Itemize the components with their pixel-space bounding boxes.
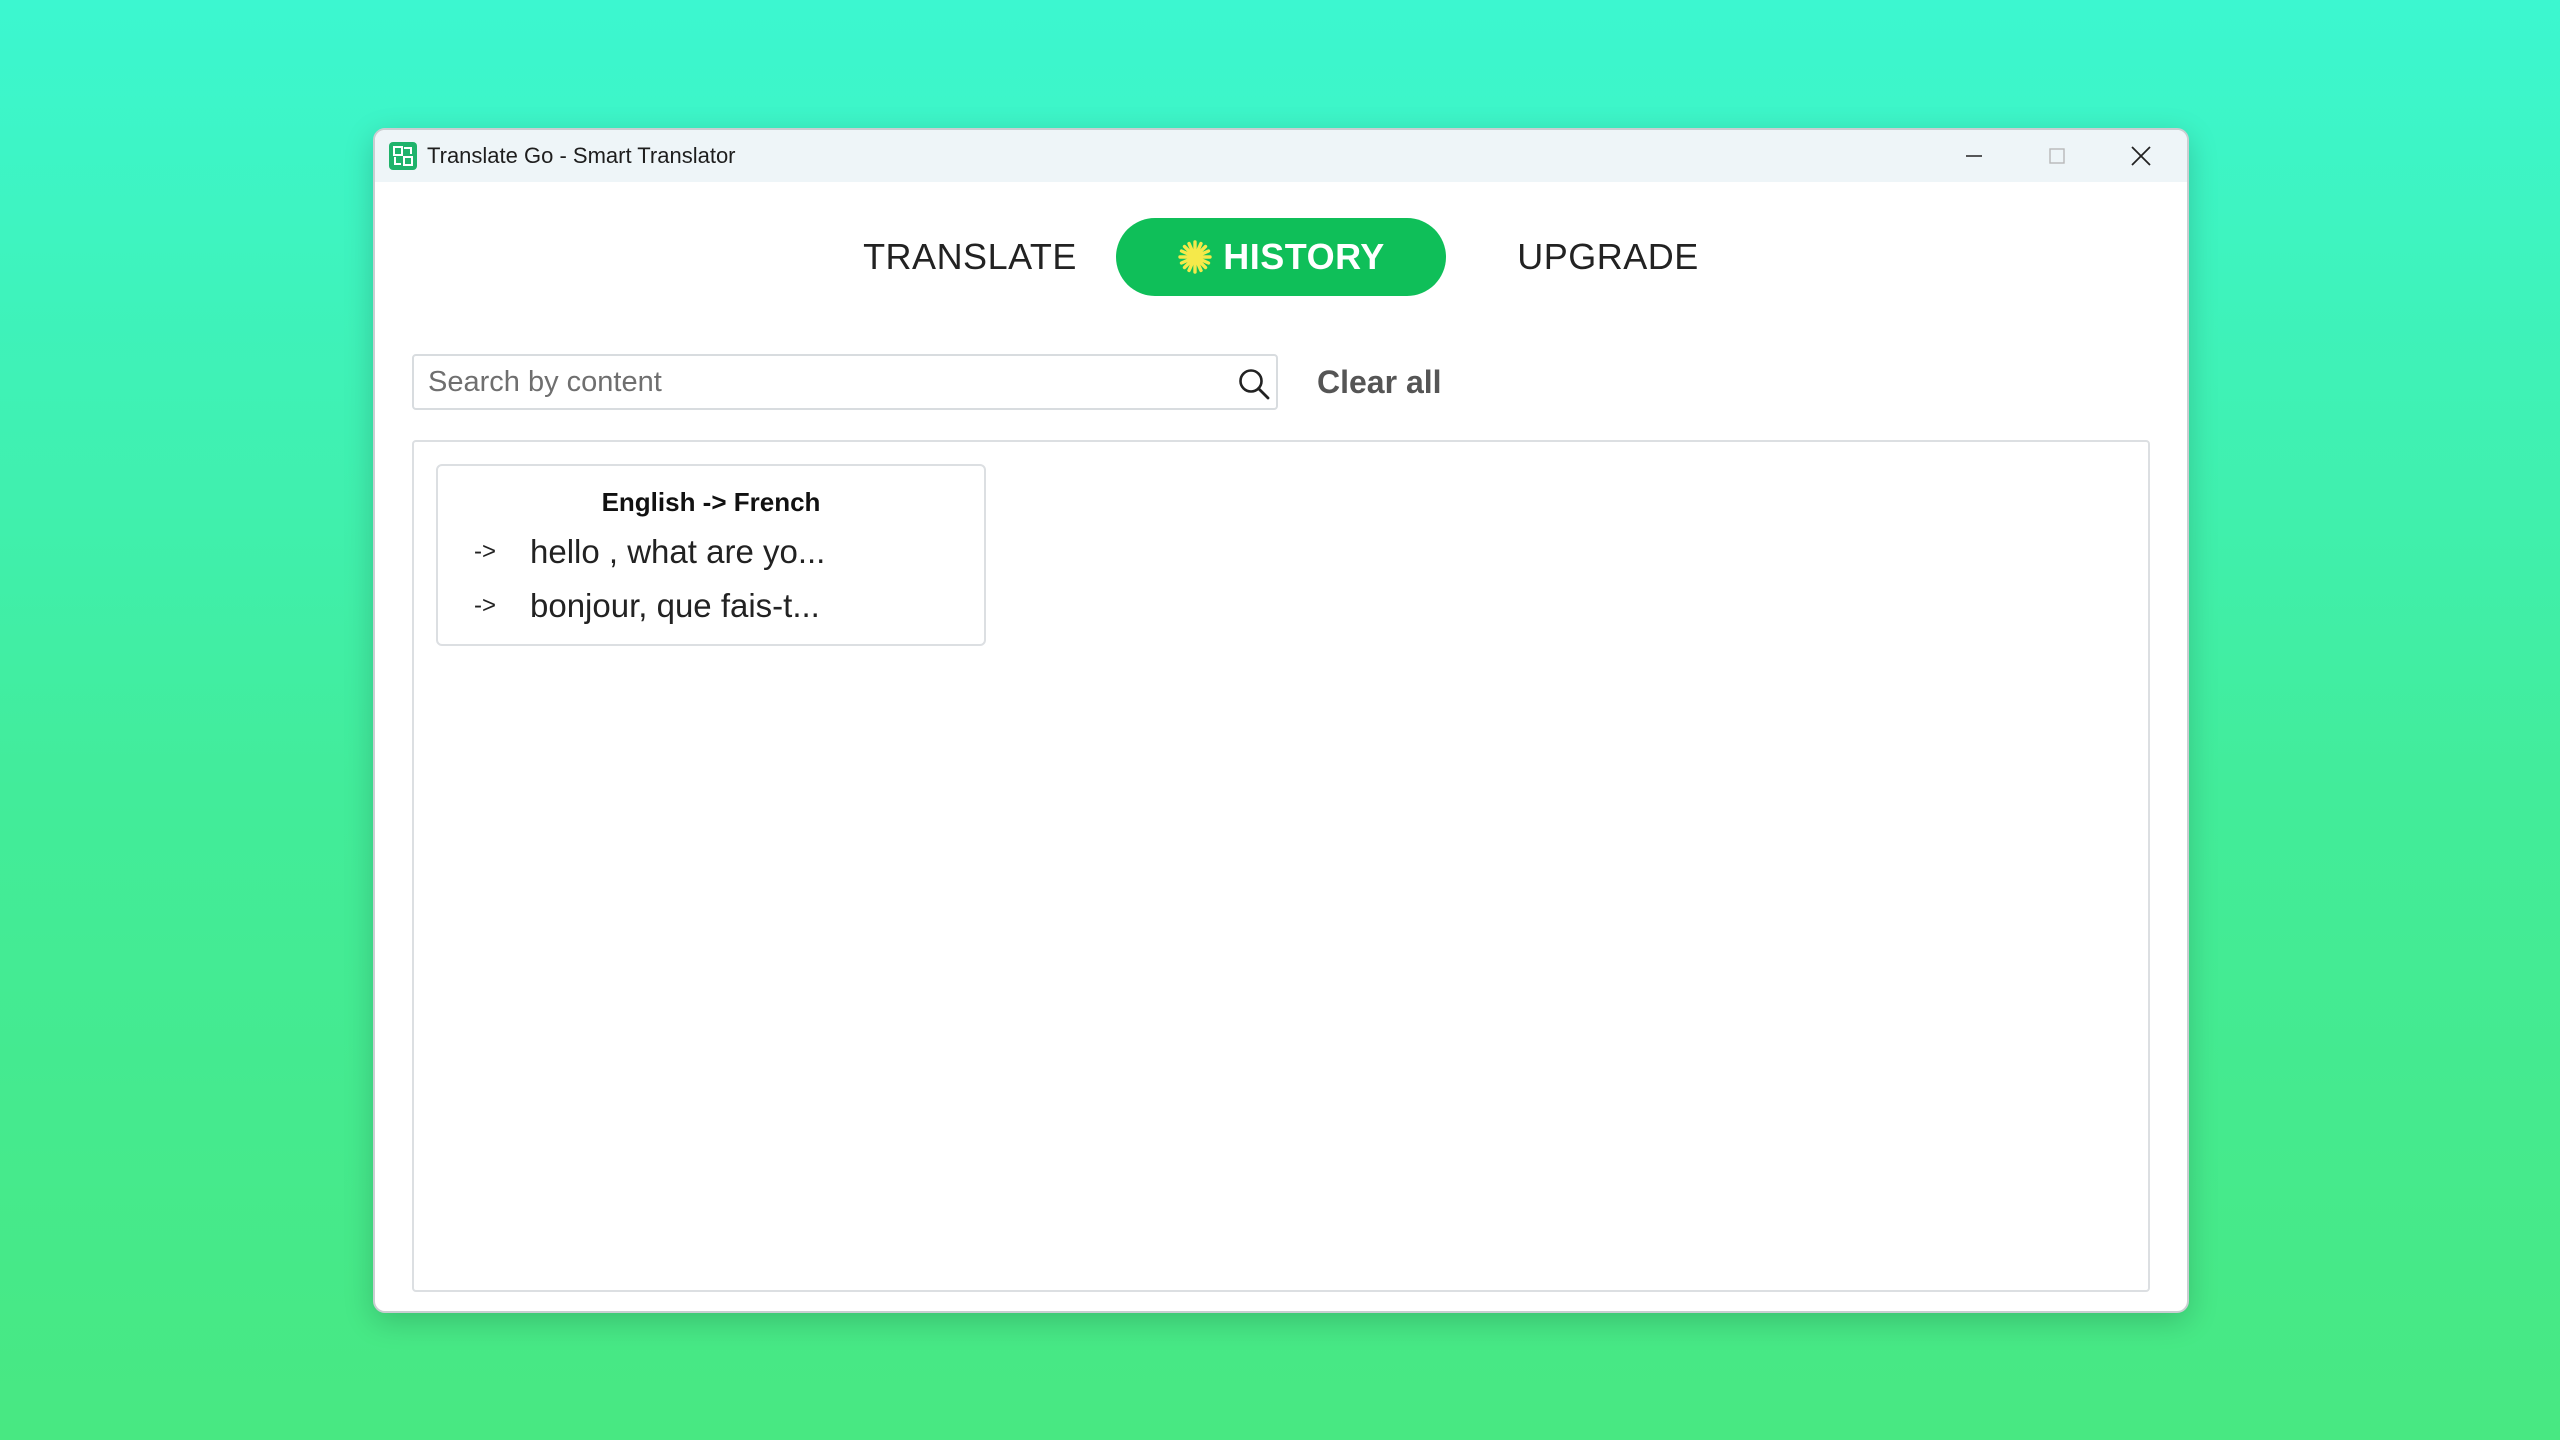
- close-button[interactable]: [2100, 130, 2182, 182]
- search-box: [412, 354, 1278, 410]
- title-bar[interactable]: Translate Go - Smart Translator: [375, 130, 2187, 182]
- tab-history-label: HISTORY: [1223, 236, 1385, 277]
- history-list: English -> French -> hello , what are yo…: [412, 440, 2150, 1292]
- tab-upgrade-label: UPGRADE: [1517, 236, 1699, 277]
- minimize-button[interactable]: [1933, 130, 2015, 182]
- clear-all-button[interactable]: Clear all: [1317, 362, 1442, 402]
- source-text: hello , what are yo...: [530, 533, 826, 570]
- maximize-icon: [2049, 148, 2065, 164]
- main-tabs: TRANSLATE HISTORY UPGRADE: [375, 218, 2187, 298]
- language-pair: English -> French: [601, 487, 821, 517]
- target-line: -> bonjour, que fais-t...: [474, 584, 820, 628]
- app-logo-icon: [389, 142, 417, 170]
- arrow-indicator: ->: [474, 538, 497, 565]
- sparkle-icon: [1177, 239, 1213, 275]
- app-window: Translate Go - Smart Translator TRANSLAT…: [373, 128, 2189, 1313]
- close-icon: [2131, 146, 2151, 166]
- tab-history[interactable]: HISTORY: [1116, 218, 1446, 296]
- tab-upgrade[interactable]: UPGRADE: [1487, 218, 1729, 296]
- tab-translate-label: TRANSLATE: [863, 236, 1077, 277]
- window-title: Translate Go - Smart Translator: [427, 143, 736, 168]
- history-card[interactable]: English -> French -> hello , what are yo…: [436, 464, 986, 646]
- minimize-icon: [1966, 155, 1982, 157]
- arrow-indicator: ->: [474, 592, 497, 619]
- search-icon[interactable]: [1236, 366, 1272, 402]
- source-line: -> hello , what are yo...: [474, 530, 825, 574]
- tab-translate[interactable]: TRANSLATE: [843, 218, 1097, 296]
- translated-text: bonjour, que fais-t...: [530, 587, 820, 624]
- maximize-button[interactable]: [2016, 130, 2098, 182]
- search-input[interactable]: [428, 356, 1208, 408]
